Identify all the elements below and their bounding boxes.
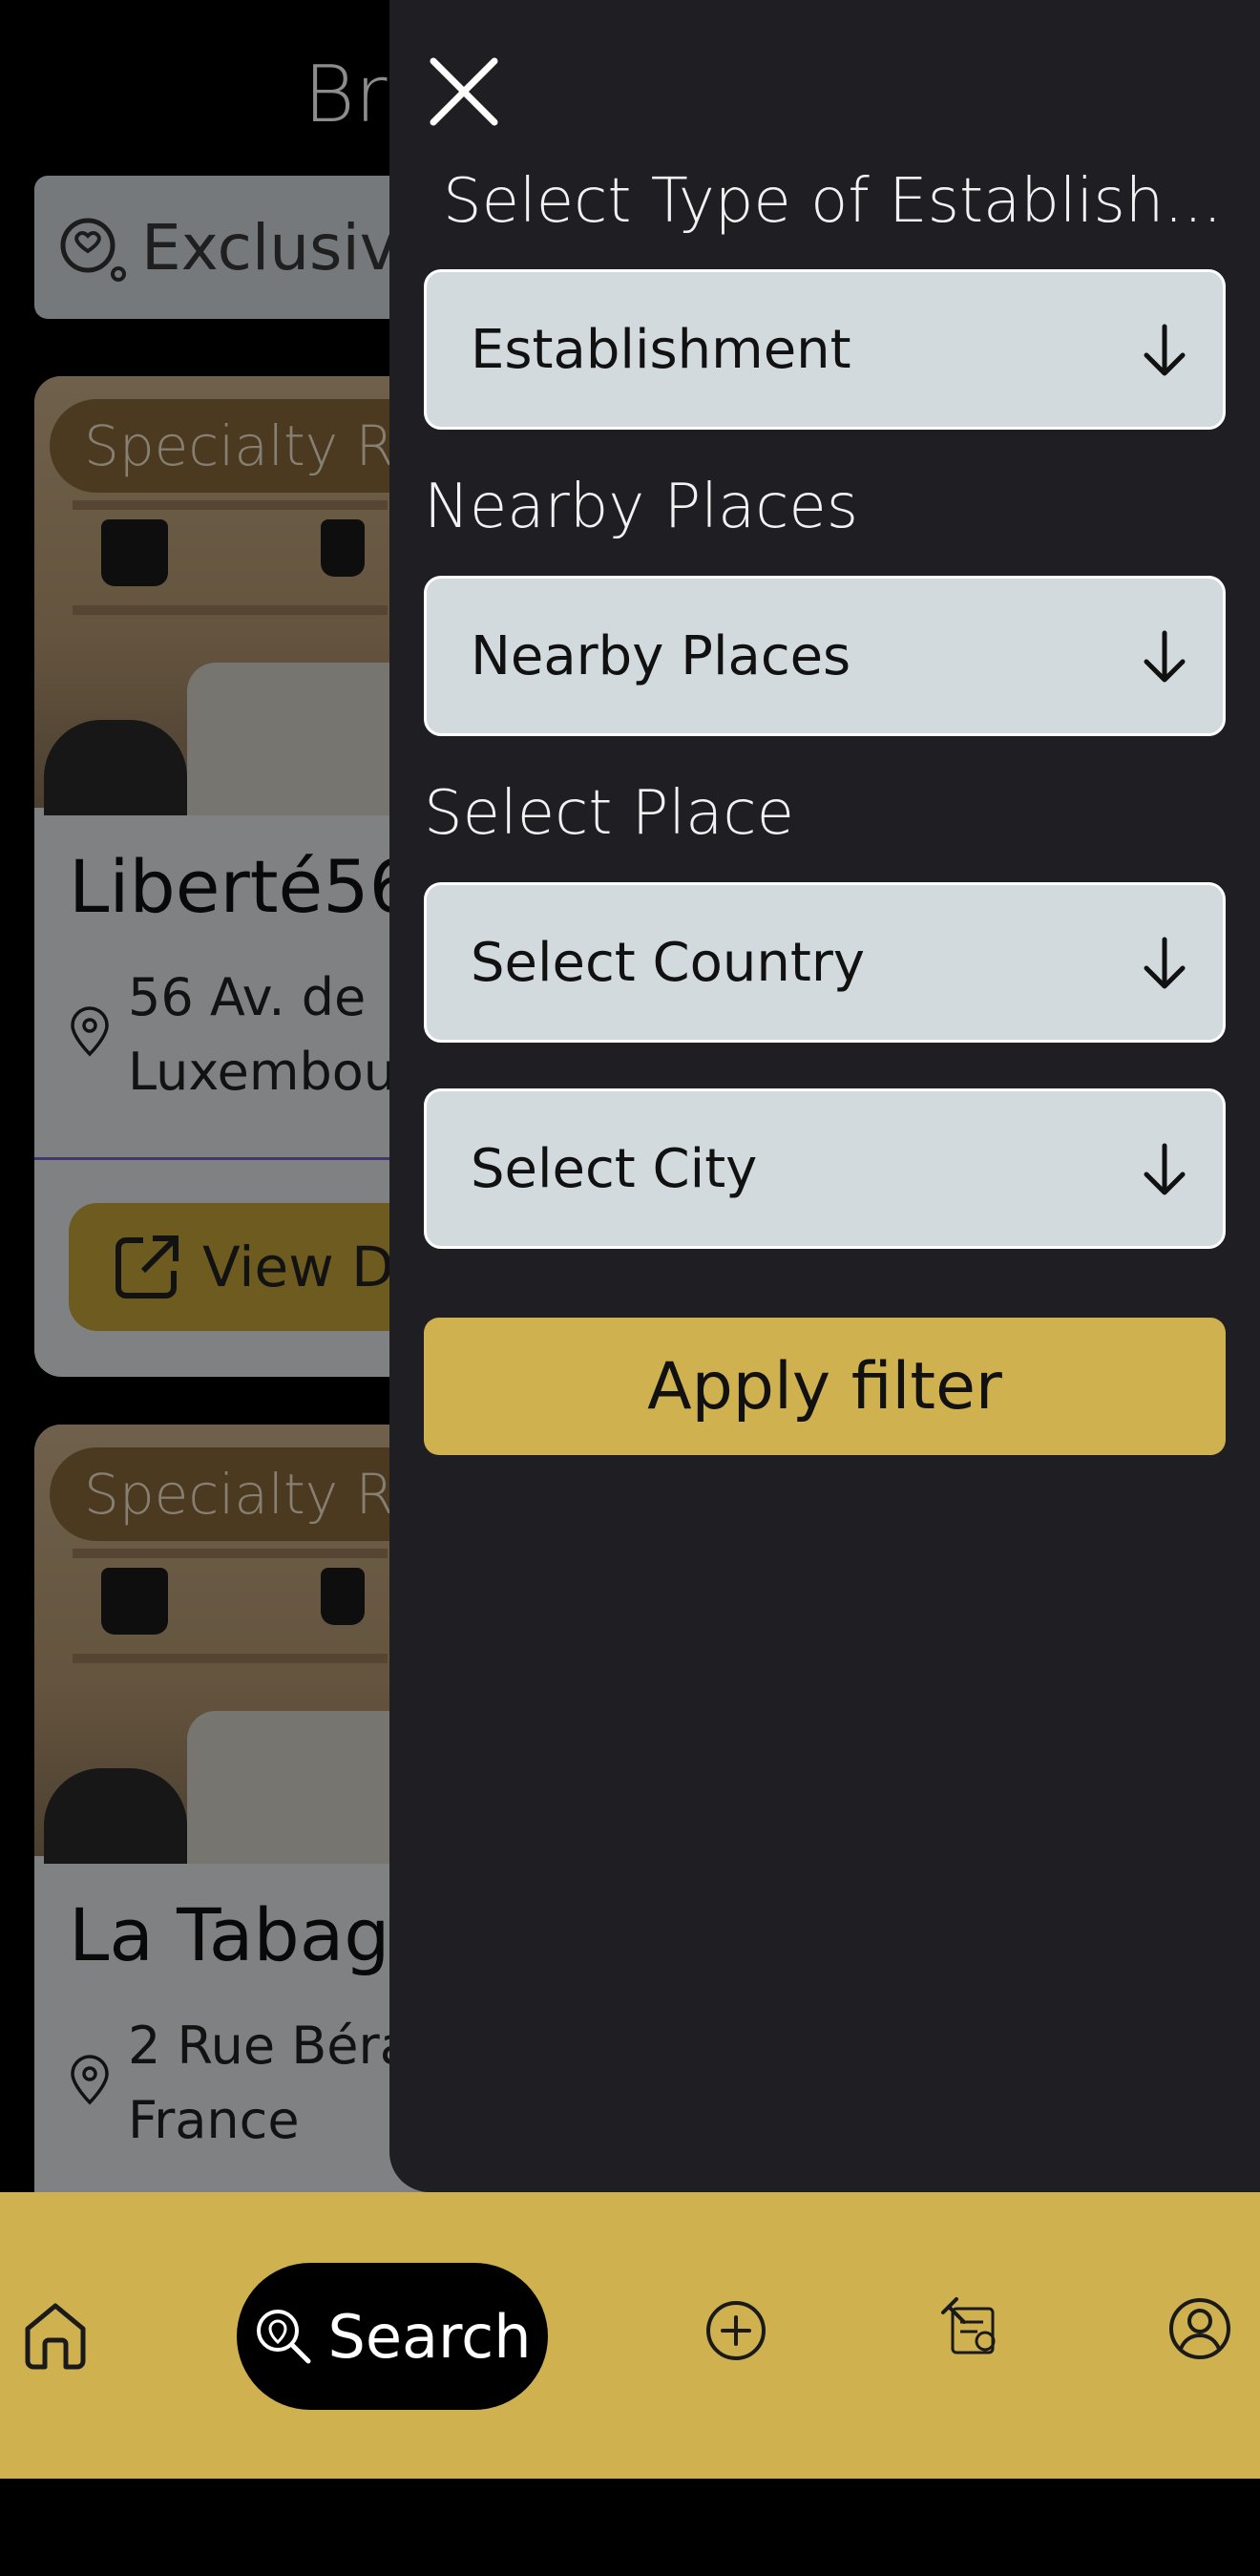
arrow-down-icon	[1144, 1143, 1186, 1195]
nav-search[interactable]: Search	[237, 2263, 548, 2410]
arrow-down-icon	[1144, 324, 1186, 376]
close-icon[interactable]	[426, 53, 502, 130]
nav-add[interactable]	[703, 2297, 769, 2364]
bottom-nav: Search	[0, 2192, 1260, 2479]
country-dropdown[interactable]: Select Country	[424, 882, 1226, 1043]
nearby-places-dropdown[interactable]: Nearby Places	[424, 576, 1226, 736]
arrow-down-icon	[1144, 937, 1186, 989]
nav-auctions[interactable]	[935, 2290, 1006, 2360]
nav-home[interactable]	[15, 2295, 95, 2375]
select-place-title: Select Place	[424, 778, 794, 849]
profile-icon	[1169, 2298, 1230, 2359]
home-icon	[25, 2303, 86, 2370]
establishment-type-title: Select Type of Establish...	[443, 166, 1223, 237]
establishment-dropdown[interactable]: Establishment	[424, 269, 1226, 430]
apply-filter-label: Apply filter	[647, 1348, 1002, 1425]
city-value: Select City	[471, 1137, 758, 1200]
add-circle-icon	[706, 2301, 766, 2360]
arrow-down-icon	[1144, 630, 1186, 683]
filter-drawer: Select Type of Establish... Establishmen…	[389, 0, 1260, 2192]
auction-icon	[941, 2297, 996, 2354]
nav-profile[interactable]	[1166, 2295, 1233, 2362]
app-screen: Br Exclusiv Specialty Re Liberté56 56 Av…	[0, 0, 1260, 2576]
nav-search-label: Search	[327, 2301, 532, 2372]
nearby-places-title: Nearby Places	[424, 472, 859, 542]
country-value: Select Country	[471, 931, 866, 994]
apply-filter-button[interactable]: Apply filter	[424, 1318, 1226, 1455]
city-dropdown[interactable]: Select City	[424, 1088, 1226, 1249]
establishment-value: Establishment	[471, 318, 851, 381]
search-location-icon	[257, 2310, 311, 2364]
nearby-places-value: Nearby Places	[471, 624, 851, 687]
